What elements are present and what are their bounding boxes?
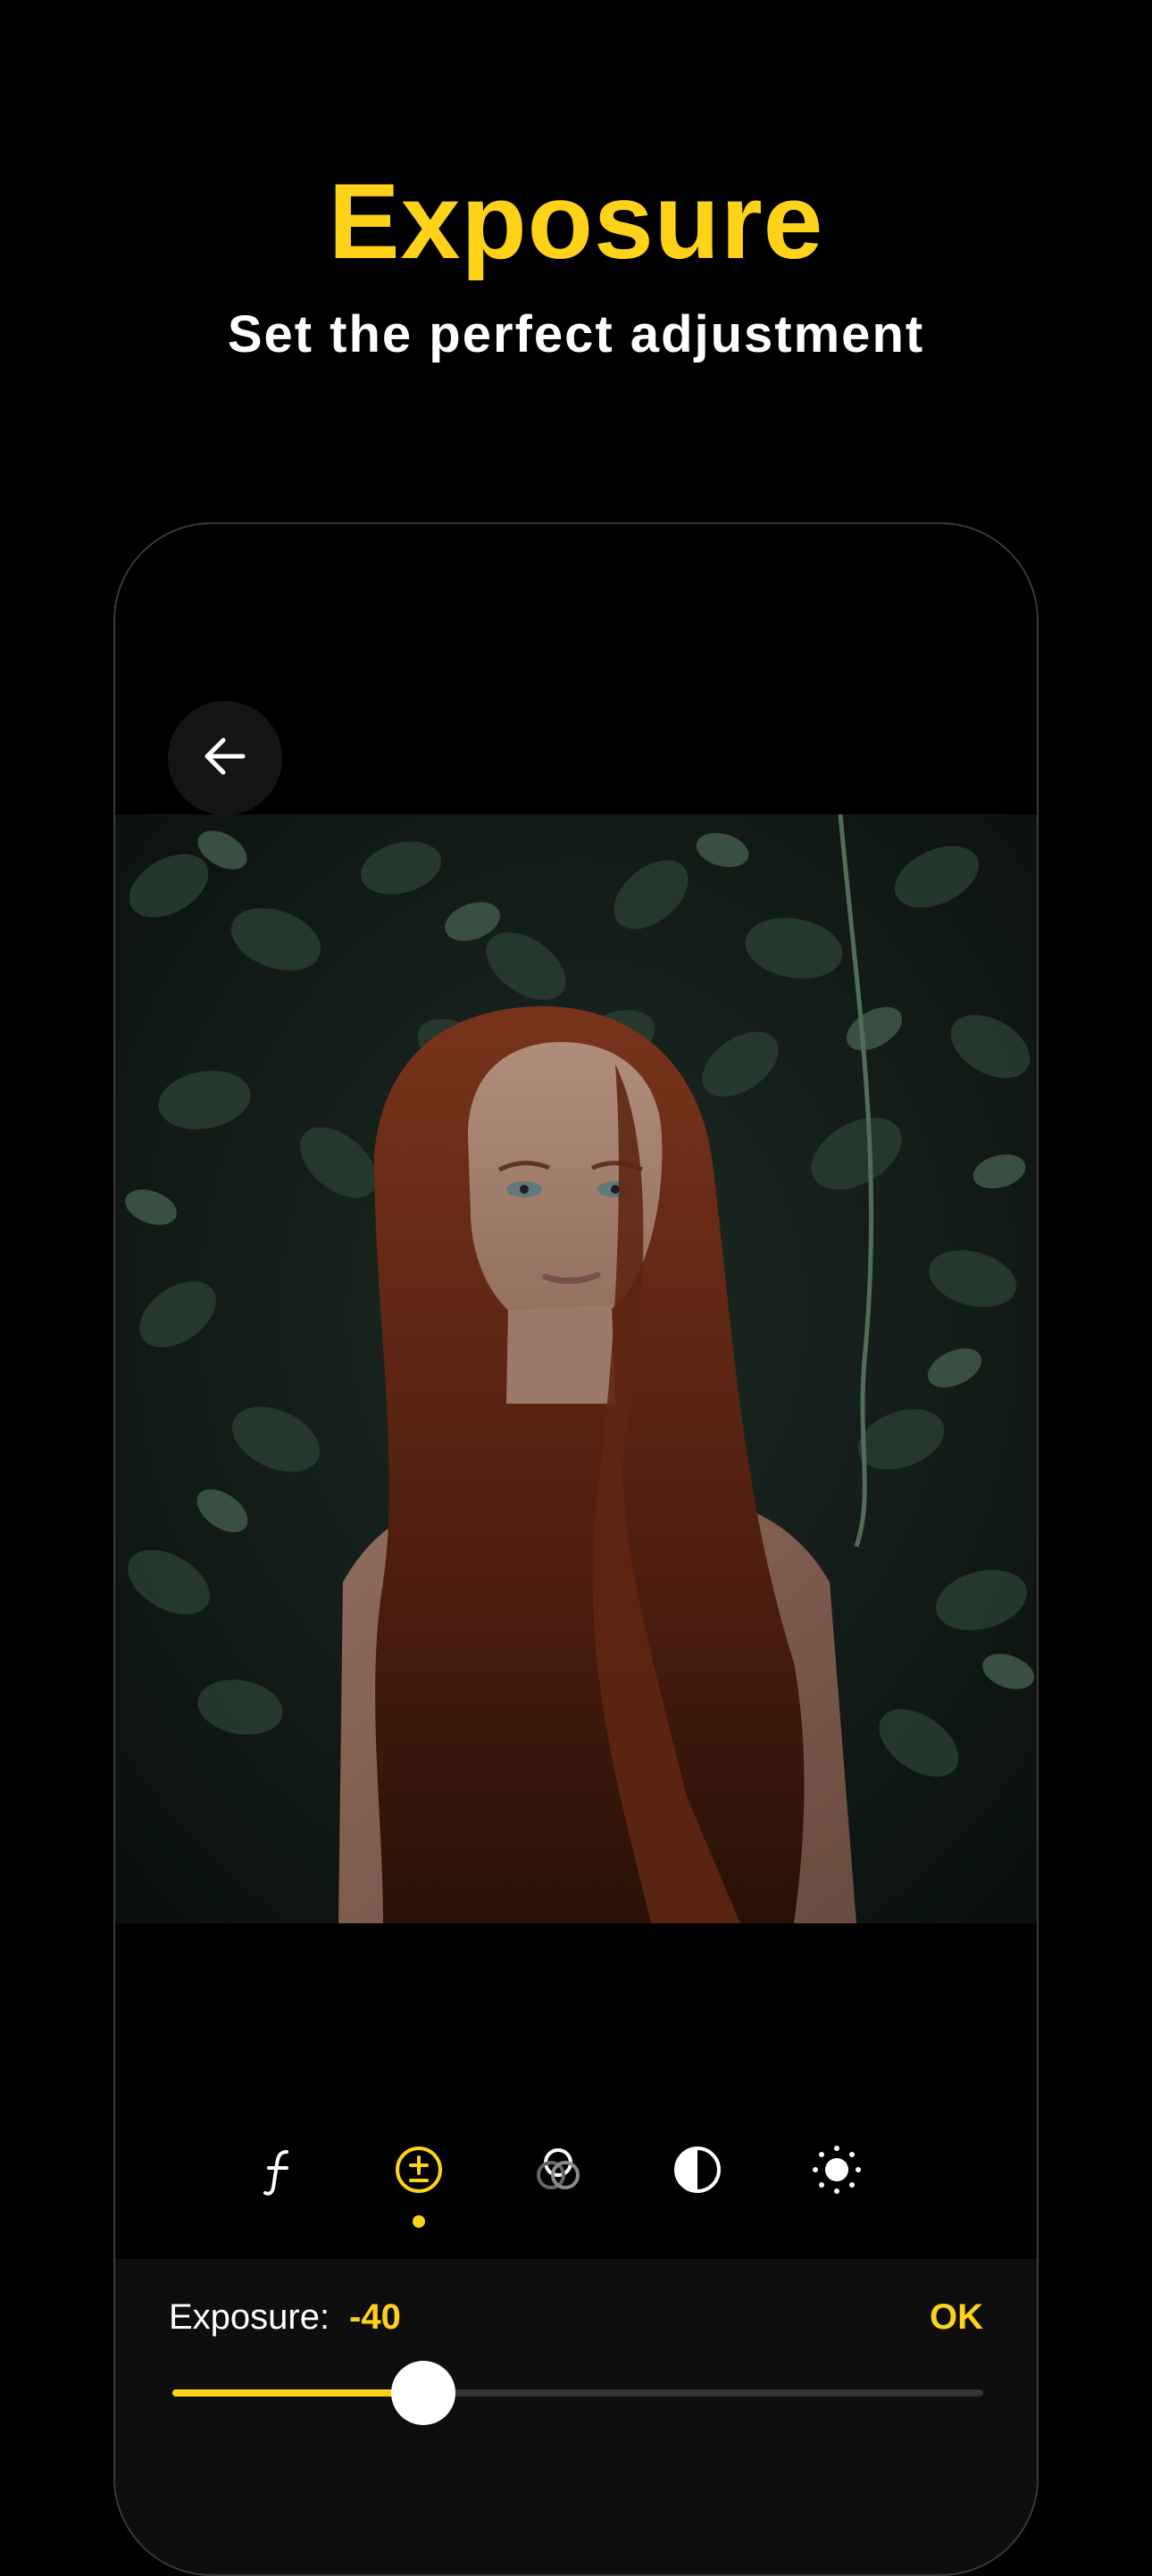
promo-title: Exposure [328,162,824,281]
aperture-f-icon [253,2143,306,2201]
promo-subtitle: Set the perfect adjustment [227,305,925,363]
tool-brightness[interactable] [792,2127,881,2216]
slider-thumb[interactable] [391,2361,456,2425]
tool-color-mix[interactable] [513,2127,603,2216]
active-tool-indicator [413,2215,425,2228]
adjustment-panel: Exposure: -40 OK [115,2259,1037,2574]
contrast-half-circle-icon [671,2143,724,2201]
exposure-slider[interactable] [172,2361,983,2425]
adjustment-toolbar [115,2127,1037,2234]
phone-frame: Exposure: -40 OK [113,522,1039,2576]
adjustment-value: -40 [349,2297,401,2337]
ok-button[interactable]: OK [930,2295,983,2339]
tool-contrast[interactable] [653,2127,742,2216]
tool-aperture[interactable] [235,2127,324,2216]
slider-fill [172,2389,424,2397]
brightness-sun-icon [808,2141,865,2203]
color-mix-circles-icon [530,2141,587,2203]
adjustment-label: Exposure: [169,2297,330,2337]
back-button[interactable] [168,701,282,815]
tool-exposure[interactable] [374,2127,463,2216]
arrow-left-icon [196,728,254,789]
exposure-plus-minus-icon [392,2143,446,2201]
photo-preview [115,814,1037,1923]
